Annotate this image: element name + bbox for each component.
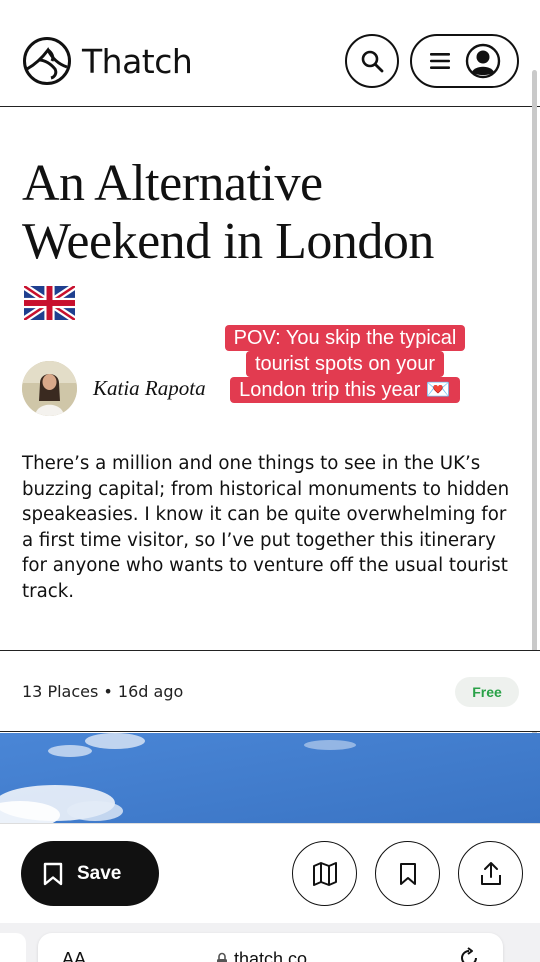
reader-settings-button[interactable]: AA bbox=[62, 949, 86, 962]
share-button[interactable] bbox=[458, 841, 523, 906]
thatch-logo-icon bbox=[23, 37, 71, 85]
bookmark-outline-icon bbox=[399, 862, 416, 885]
author-photo bbox=[22, 361, 77, 416]
bookmark-button[interactable] bbox=[375, 841, 440, 906]
account-menu-button[interactable] bbox=[410, 34, 519, 88]
map-button[interactable] bbox=[292, 841, 357, 906]
save-button[interactable]: Save bbox=[21, 841, 159, 906]
search-button[interactable] bbox=[345, 34, 399, 88]
save-label: Save bbox=[77, 862, 122, 884]
brand-logo[interactable]: Thatch bbox=[22, 36, 193, 86]
uk-flag-icon bbox=[24, 286, 75, 320]
share-icon bbox=[480, 861, 501, 885]
video-caption-overlay: POV: You skip the typical tourist spots … bbox=[205, 325, 485, 403]
map-icon bbox=[312, 861, 337, 886]
caption-line: POV: You skip the typical bbox=[224, 325, 466, 351]
places-count-and-age: 13 Places • 16d ago bbox=[22, 682, 184, 701]
search-icon bbox=[361, 50, 384, 73]
url-text: thatch.co bbox=[234, 949, 308, 962]
reload-icon[interactable] bbox=[458, 947, 480, 962]
address-bar[interactable]: AA thatch.co bbox=[38, 933, 503, 962]
hero-image[interactable] bbox=[0, 733, 540, 823]
browser-toolbar: AA thatch.co bbox=[0, 923, 540, 962]
site-header: Thatch bbox=[0, 0, 540, 107]
url-display[interactable]: thatch.co bbox=[216, 949, 307, 962]
caption-line: tourist spots on your bbox=[245, 351, 445, 377]
price-badge: Free bbox=[455, 677, 519, 707]
guide-meta-bar: 13 Places • 16d ago Free bbox=[0, 650, 540, 732]
author-name[interactable]: Katia Rapota bbox=[93, 376, 206, 401]
hamburger-menu-icon bbox=[430, 53, 451, 69]
brand-name: Thatch bbox=[82, 41, 193, 81]
article-title: An Alternative Weekend in London bbox=[22, 155, 434, 270]
lock-icon bbox=[217, 952, 227, 962]
bottom-action-bar: Save bbox=[0, 823, 540, 923]
author-byline[interactable]: Katia Rapota bbox=[22, 361, 206, 416]
user-avatar-icon bbox=[465, 43, 500, 79]
bookmark-icon bbox=[43, 862, 63, 885]
previous-tab[interactable] bbox=[0, 933, 26, 962]
caption-line: London trip this year 💌 bbox=[230, 377, 460, 403]
sky-photo bbox=[0, 733, 540, 823]
article-intro: There’s a million and one things to see … bbox=[22, 453, 510, 602]
author-avatar[interactable] bbox=[22, 361, 77, 416]
